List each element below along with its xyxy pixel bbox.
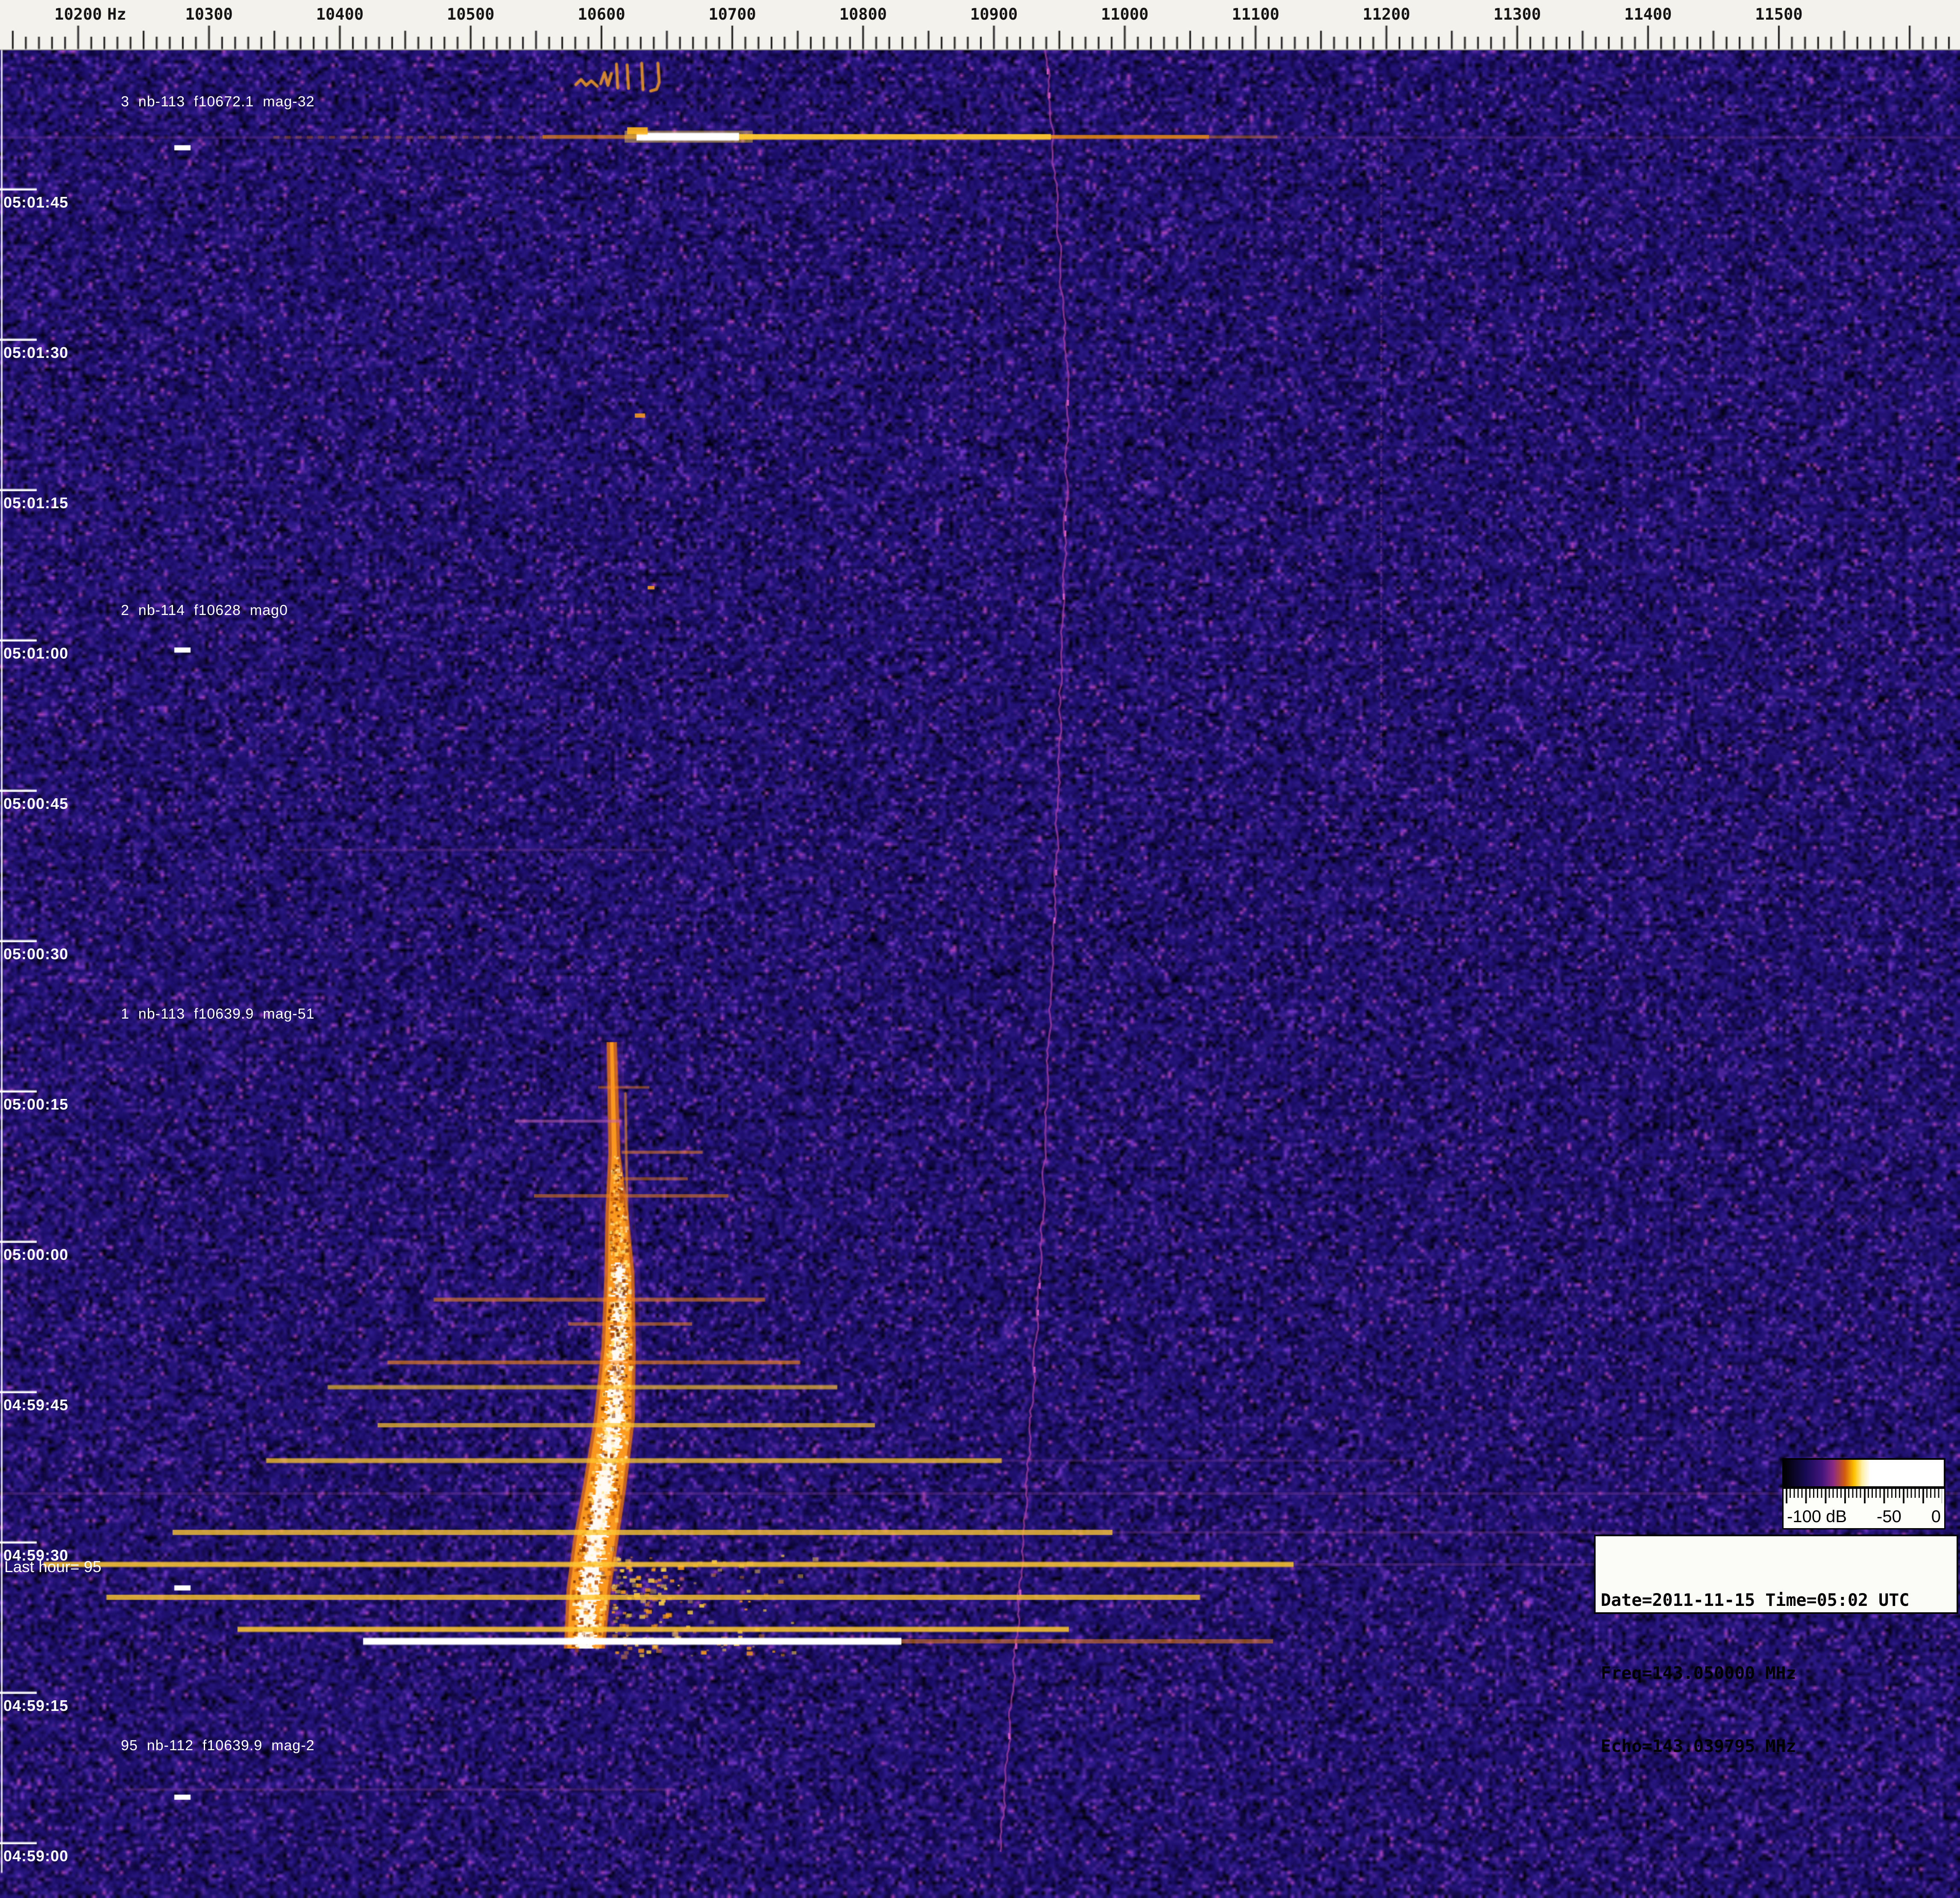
- info-freq: Freq=143.050000 MHz: [1601, 1661, 1957, 1686]
- colorbar-label-max: 0: [1931, 1507, 1941, 1526]
- colorbar-label-mid: -50: [1877, 1507, 1901, 1526]
- info-echo: Echo=143.039795 MHz: [1601, 1734, 1957, 1759]
- colorbar-label-min: -100 dB: [1787, 1507, 1847, 1526]
- colorbar-legend: -100 dB -50 0: [1782, 1458, 1945, 1529]
- colorbar-tick-ruler: -100 dB -50 0: [1782, 1488, 1945, 1529]
- info-box: Date=2011-11-15 Time=05:02 UTC Freq=143.…: [1594, 1535, 1958, 1614]
- spectrogram-window: 1020010300104001050010600107001080010900…: [0, 0, 1960, 1898]
- colorbar-minor-ticks: [1786, 1489, 1942, 1498]
- colorbar-gradient: [1782, 1458, 1945, 1488]
- info-date-time: Date=2011-11-15 Time=05:02 UTC: [1601, 1588, 1957, 1613]
- colorbar-labels: -100 dB -50 0: [1787, 1507, 1941, 1526]
